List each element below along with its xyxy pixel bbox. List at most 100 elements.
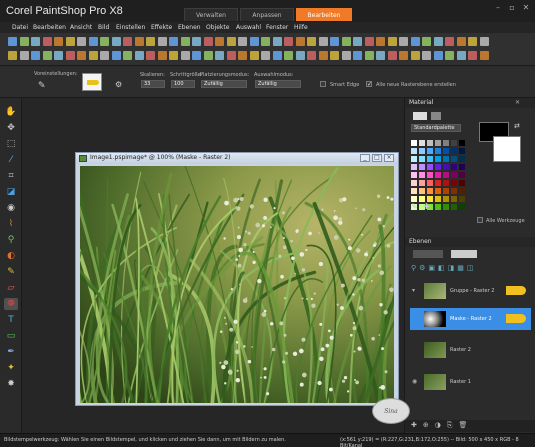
toolbar-button-icon[interactable] [456, 37, 466, 46]
toolbar-button-icon[interactable] [8, 51, 17, 60]
color-swatch[interactable] [435, 172, 441, 178]
toolbar-button-icon[interactable] [376, 51, 385, 60]
toolbar-button-icon[interactable] [19, 51, 29, 60]
palette-select[interactable]: Standardpalette [411, 124, 461, 132]
toolbar-button-icon[interactable] [203, 51, 213, 60]
color-swatch[interactable] [451, 140, 457, 146]
toolbar-button-icon[interactable] [42, 51, 52, 60]
toolbar-button-icon[interactable] [65, 37, 75, 46]
toolbar-button-icon[interactable] [387, 37, 397, 46]
color-swatch[interactable] [427, 172, 433, 178]
panel-close-icon[interactable]: ✕ [515, 99, 520, 106]
warp-tool-icon[interactable]: ✸ [4, 378, 18, 390]
selection-tool-icon[interactable]: ⬚ [4, 138, 18, 150]
image-window-titlebar[interactable]: Image1.pspimage* @ 100% (Maske - Raster … [76, 153, 398, 164]
doc-minimize-icon[interactable]: _ [360, 154, 370, 162]
toolbar-button-icon[interactable] [77, 37, 86, 46]
menu-ebenen[interactable]: Ebenen [178, 22, 201, 33]
toolbar-button-icon[interactable] [134, 51, 144, 60]
toolbar-button-icon[interactable] [8, 37, 17, 46]
color-swatch[interactable] [451, 180, 457, 186]
toolbar-button-icon[interactable] [100, 37, 109, 46]
color-swatch[interactable] [411, 188, 417, 194]
toolbar-button-icon[interactable] [238, 51, 247, 60]
toolbar-button-icon[interactable] [353, 51, 362, 60]
toolbar-button-icon[interactable] [226, 51, 236, 60]
toolbar-button-icon[interactable] [433, 37, 443, 46]
color-swatch[interactable] [411, 140, 417, 146]
step-input[interactable]: 100 [171, 80, 195, 88]
toolbar-button-icon[interactable] [456, 51, 466, 60]
toolbar-button-icon[interactable] [330, 51, 339, 60]
toolbar-button-icon[interactable] [111, 51, 121, 60]
settings-gear-icon[interactable]: ⚙ [115, 80, 122, 89]
color-swatch[interactable] [459, 204, 465, 210]
color-swatch[interactable] [435, 180, 441, 186]
color-swatch[interactable] [435, 156, 441, 162]
toolbar-button-icon[interactable] [215, 37, 224, 46]
toolbar-button-icon[interactable] [238, 37, 247, 46]
toolbar-button-icon[interactable] [31, 37, 40, 46]
color-swatch[interactable] [459, 196, 465, 202]
picture-tube-tool-icon[interactable]: ❁ [4, 298, 18, 310]
doc-maximize-icon[interactable]: □ [372, 154, 382, 162]
menu-objekte[interactable]: Objekte [206, 22, 229, 33]
layer-tools-icons[interactable]: ⚲⚙▣◧◨▦◫ [411, 264, 476, 272]
toolbar-button-icon[interactable] [192, 37, 201, 46]
visibility-icon[interactable]: ◉ [412, 378, 417, 385]
color-swatch[interactable] [435, 196, 441, 202]
toolbar-button-icon[interactable] [215, 51, 224, 60]
color-swatch[interactable] [443, 204, 449, 210]
frame-mode-icon[interactable] [413, 112, 427, 120]
menu-auswahl[interactable]: Auswahl [236, 22, 261, 33]
toolbar-button-icon[interactable] [479, 51, 489, 60]
color-swatch[interactable] [459, 188, 465, 194]
color-swatch[interactable] [411, 148, 417, 154]
fill-tool-icon[interactable]: ✦ [4, 362, 18, 374]
color-swatch[interactable] [459, 140, 465, 146]
move-tool-icon[interactable]: ✥ [4, 122, 18, 134]
menu-effekte[interactable]: Effekte [151, 22, 172, 33]
tab-verwalten[interactable]: Verwalten [184, 8, 238, 21]
color-swatch[interactable] [451, 196, 457, 202]
eraser-tool-icon[interactable]: ▱ [4, 282, 18, 294]
toolbar-button-icon[interactable] [249, 37, 259, 46]
toolbar-button-icon[interactable] [422, 51, 431, 60]
color-swatch[interactable] [419, 164, 425, 170]
toolbar-button-icon[interactable] [19, 37, 29, 46]
color-swatch[interactable] [459, 156, 465, 162]
toolbar-button-icon[interactable] [261, 51, 270, 60]
toolbar-button-icon[interactable] [146, 51, 155, 60]
color-swatch[interactable] [443, 140, 449, 146]
toolbar-button-icon[interactable] [387, 51, 397, 60]
toolbar-button-icon[interactable] [146, 37, 155, 46]
color-swatch[interactable] [443, 172, 449, 178]
scale-input[interactable]: 33 [141, 80, 165, 88]
color-swatch[interactable] [451, 148, 457, 154]
toolbar-button-icon[interactable] [295, 51, 305, 60]
color-swatch[interactable] [419, 188, 425, 194]
selection-mode-select[interactable]: Zufällig [255, 80, 301, 88]
toolbar-button-icon[interactable] [364, 51, 374, 60]
collapse-icon[interactable]: ▾ [412, 287, 415, 294]
clone-tool-icon[interactable]: ⚲ [4, 234, 18, 246]
toolbar-button-icon[interactable] [134, 37, 144, 46]
dropper-tool-icon[interactable]: ⁄ [4, 154, 18, 166]
toolbar-button-icon[interactable] [376, 37, 385, 46]
toolbar-button-icon[interactable] [88, 51, 98, 60]
toolbar-button-icon[interactable] [399, 51, 408, 60]
toolbar-button-icon[interactable] [65, 51, 75, 60]
layer-row[interactable]: Raster 2 [410, 339, 531, 361]
color-swatch[interactable] [459, 180, 465, 186]
image-canvas[interactable] [80, 166, 394, 403]
pen-tool-icon[interactable]: ✒ [4, 346, 18, 358]
menu-einstellen[interactable]: Einstellen [116, 22, 145, 33]
color-swatch[interactable] [443, 188, 449, 194]
toolbar-button-icon[interactable] [88, 37, 98, 46]
tab-anpassen[interactable]: Anpassen [240, 8, 294, 21]
color-swatch[interactable] [443, 156, 449, 162]
toolbar-button-icon[interactable] [111, 37, 121, 46]
maximize-icon[interactable]: ▫ [506, 3, 518, 13]
toolbar-button-icon[interactable] [295, 37, 305, 46]
color-swatch[interactable] [443, 148, 449, 154]
